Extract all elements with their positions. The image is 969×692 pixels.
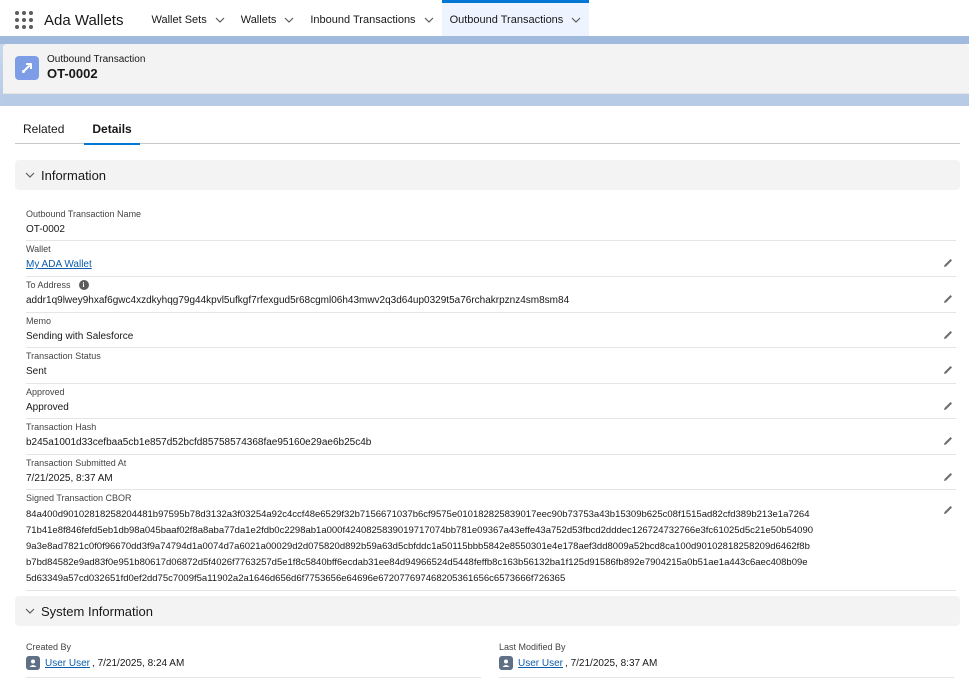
user-avatar-icon (26, 656, 40, 670)
pencil-icon[interactable] (942, 504, 954, 516)
field-label: Transaction Hash (26, 422, 97, 432)
cbor-line: 9a3e8ad7821c0f0f96670dd3f9a74794d1a0074d… (26, 541, 810, 552)
chevron-down-icon[interactable] (424, 15, 434, 25)
object-label: Outbound Transaction (47, 54, 146, 65)
nav-tab-label: Wallet Sets (151, 14, 207, 26)
field-outbound-transaction-name: Outbound Transaction Name OT-0002 (26, 206, 956, 241)
section-system-information-header[interactable]: System Information (15, 596, 960, 626)
pencil-icon[interactable] (942, 364, 954, 376)
pencil-icon[interactable] (942, 471, 954, 483)
field-transaction-submitted-at: Transaction Submitted At 7/21/2025, 8:37… (26, 455, 956, 490)
field-value: b245a1001d33cefbaa5cb1e857d52bcfd8575857… (26, 437, 372, 448)
record-page: Outbound Transaction OT-0002 Related Det… (3, 44, 969, 692)
created-date: , 7/21/2025, 8:24 AM (92, 657, 185, 669)
field-created-by: Created By User User , 7/21/2025, 8:24 A… (26, 642, 481, 678)
app-launcher-icon[interactable] (4, 0, 44, 40)
field-value: Approved (26, 402, 69, 413)
cbor-line: 5d63349a57cd032651fd0ef2dd75c7009f5a1190… (26, 573, 566, 584)
cbor-value: 84a400d90102818258204481b97595b78d3132a3… (26, 507, 941, 587)
field-memo: Memo Sending with Salesforce (26, 313, 956, 348)
record-header: Outbound Transaction OT-0002 (3, 44, 969, 94)
field-value: addr1q9lwey9hxaf6gwc4xzdkyhqg79g44kpvl5u… (26, 295, 570, 306)
chevron-down-icon[interactable] (571, 15, 581, 25)
nav-tab-label: Inbound Transactions (310, 14, 416, 26)
tab-related[interactable]: Related (15, 116, 72, 144)
cbor-line: b7bd84582e9ad83f0e951b80617d06872d5f4026… (26, 557, 808, 568)
user-avatar-icon (499, 656, 513, 670)
field-label: To Address i (26, 280, 89, 290)
nav-tab-label: Wallets (240, 14, 277, 26)
global-nav: Ada Wallets Wallet Sets Wallets Inbound … (0, 0, 969, 43)
nav-tab-label: Outbound Transactions (449, 14, 564, 26)
field-value: OT-0002 (26, 224, 65, 235)
field-value: User User , 7/21/2025, 8:37 AM (499, 656, 657, 670)
chevron-down-icon (25, 606, 35, 616)
page-background-wave (0, 36, 969, 44)
cbor-line: 71b41e8f846fefd5eb1db98a045baaf02f8a8aba… (26, 525, 814, 536)
pencil-icon[interactable] (942, 435, 954, 447)
record-detail-panel: Related Details Information Outbound Tra… (3, 106, 969, 692)
chevron-down-icon[interactable] (284, 15, 294, 25)
pencil-icon[interactable] (942, 293, 954, 305)
field-label: Transaction Submitted At (26, 458, 127, 468)
app-name: Ada Wallets (44, 11, 124, 29)
pencil-icon[interactable] (942, 257, 954, 269)
info-icon[interactable]: i (78, 280, 89, 290)
pencil-icon[interactable] (942, 400, 954, 412)
field-label: Signed Transaction CBOR (26, 493, 132, 503)
field-wallet: Wallet My ADA Wallet (26, 241, 956, 277)
section-information-header[interactable]: Information (15, 160, 960, 190)
field-last-modified-by: Last Modified By User User , 7/21/2025, … (499, 642, 954, 678)
tab-details[interactable]: Details (84, 116, 141, 145)
field-value: Sent (26, 366, 47, 377)
cbor-line: 84a400d90102818258204481b97595b78d3132a3… (26, 509, 810, 520)
record-title: OT-0002 (47, 66, 98, 81)
nav-tab-wallet-sets[interactable]: Wallet Sets (143, 0, 232, 40)
last-modified-date: , 7/21/2025, 8:37 AM (565, 657, 658, 669)
field-label-text: To Address (26, 280, 71, 290)
pencil-icon[interactable] (942, 329, 954, 341)
field-signed-transaction-cbor: Signed Transaction CBOR 84a400d901028182… (26, 490, 956, 591)
section-title: Information (41, 167, 107, 183)
page-background-band (3, 94, 969, 106)
nav-tab-inbound-transactions[interactable]: Inbound Transactions (302, 0, 441, 40)
field-label: Wallet (26, 244, 51, 254)
nav-tab-wallets[interactable]: Wallets (233, 0, 303, 40)
field-value: User User , 7/21/2025, 8:24 AM (26, 656, 184, 670)
outbound-transaction-icon (15, 56, 39, 80)
created-by-user-link[interactable]: User User (45, 658, 90, 669)
last-modified-by-user-link[interactable]: User User (518, 658, 563, 669)
field-label: Last Modified By (499, 642, 566, 652)
field-label: Memo (26, 316, 52, 326)
field-label: Outbound Transaction Name (26, 209, 142, 219)
field-label: Created By (26, 642, 72, 652)
field-value: Sending with Salesforce (26, 331, 134, 342)
nav-tab-outbound-transactions[interactable]: Outbound Transactions (441, 0, 590, 43)
field-label: Transaction Status (26, 351, 101, 361)
record-tabs: Related Details (15, 116, 960, 145)
field-to-address: To Address i addr1q9lwey9hxaf6gwc4xzdkyh… (26, 277, 956, 313)
wallet-link[interactable]: My ADA Wallet (26, 259, 92, 270)
field-transaction-hash: Transaction Hash b245a1001d33cefbaa5cb1e… (26, 419, 956, 455)
chevron-down-icon[interactable] (215, 15, 225, 25)
field-approved: Approved Approved (26, 384, 956, 419)
field-label: Approved (26, 387, 65, 397)
field-value: 7/21/2025, 8:37 AM (26, 473, 113, 484)
field-transaction-status: Transaction Status Sent (26, 348, 956, 384)
chevron-down-icon (25, 170, 35, 180)
section-title: System Information (41, 603, 153, 619)
